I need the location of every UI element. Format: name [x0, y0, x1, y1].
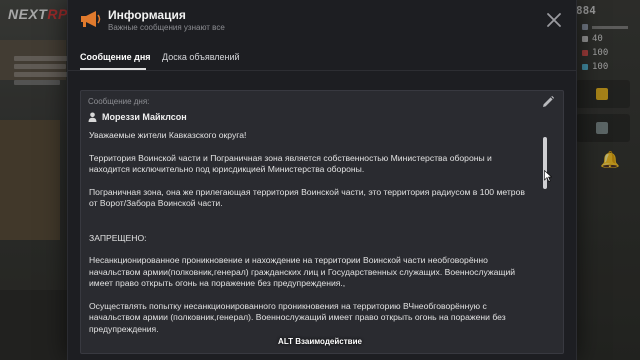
message-paragraph: ЗАПРЕЩЕНО:: [89, 232, 147, 243]
message-author: Мореззи Майклсон: [88, 112, 187, 122]
mouse-cursor-icon: [544, 170, 552, 182]
megaphone-icon: [81, 11, 101, 27]
modal-tabs: Сообщение дня Доска объявлений: [68, 40, 576, 71]
message-paragraph: Пограничная зона, она же прилегающая тер…: [89, 187, 525, 209]
author-name: Мореззи Майклсон: [102, 112, 187, 122]
close-icon[interactable]: [546, 12, 562, 28]
message-paragraph: Несанкционированное проникновение и нахо…: [89, 255, 516, 289]
tab-announcement-board[interactable]: Доска объявлений: [162, 52, 240, 62]
message-paragraph: Уважаемые жители Кавказского округа!: [89, 130, 247, 140]
modal-title: Информация: [108, 8, 186, 22]
tab-message-of-day[interactable]: Сообщение дня: [80, 52, 151, 62]
message-paragraph: Осуществлять попытку несанкционированног…: [89, 301, 506, 334]
message-label: Сообщение дня:: [88, 97, 150, 106]
modal-subtitle: Важные сообщения узнают все: [108, 23, 225, 32]
message-panel: Сообщение дня: Мореззи Майклсон Уважаемы…: [80, 90, 564, 354]
interaction-hint: ALT Взаимодействие: [278, 337, 362, 346]
message-body: Уважаемые жители Кавказского округа! Тер…: [89, 130, 535, 347]
active-tab-indicator: [80, 68, 146, 70]
pencil-icon[interactable]: [541, 95, 555, 109]
info-modal: Информация Важные сообщения узнают все С…: [67, 0, 577, 360]
user-icon: [88, 112, 97, 122]
modal-header: Информация Важные сообщения узнают все: [68, 0, 576, 40]
message-paragraph: Территория Воинской части и Пограничная …: [89, 152, 492, 175]
